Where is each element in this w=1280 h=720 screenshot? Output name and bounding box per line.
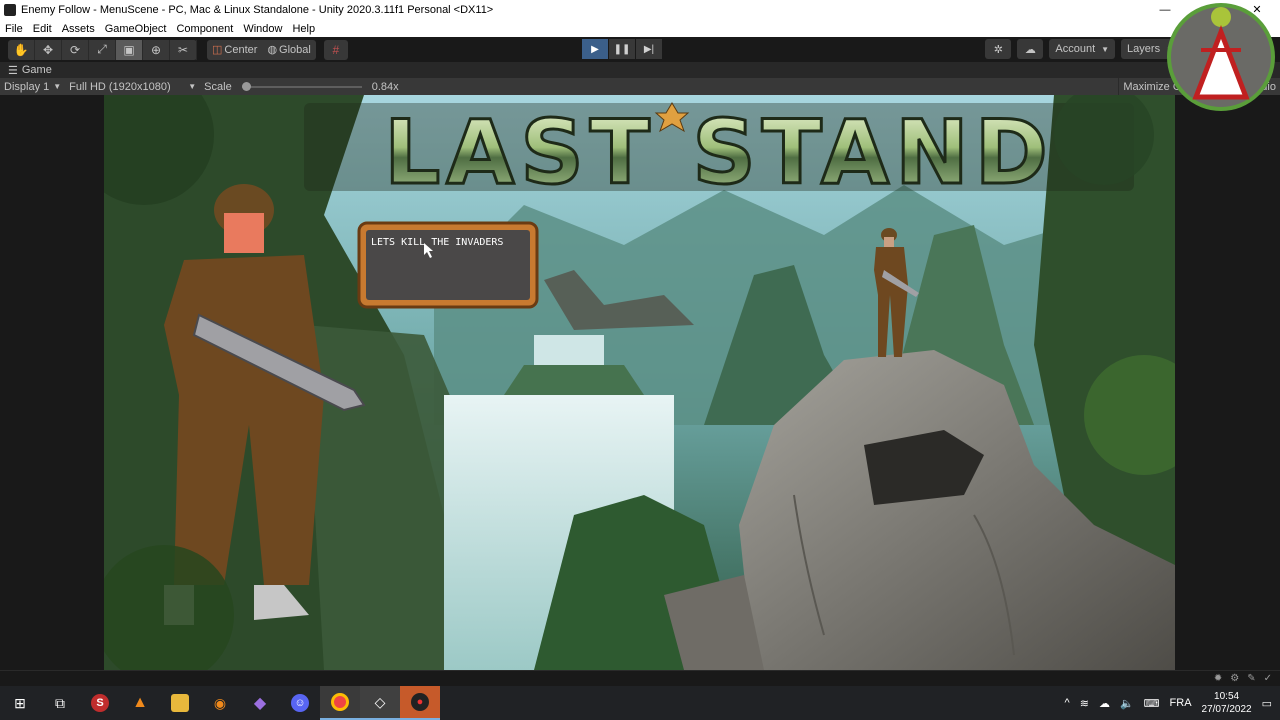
step-button[interactable]: ▶| xyxy=(636,39,662,59)
tab-row: ☰ Game xyxy=(0,62,1280,78)
soldier-face xyxy=(884,237,894,247)
game-view-toolbar: Display 1 ▼ Full HD (1920x1080) ▼ Scale 0.… xyxy=(0,78,1280,95)
file-explorer-icon[interactable] xyxy=(160,686,200,720)
menu-component[interactable]: Component xyxy=(171,23,238,35)
blender-icon[interactable]: ◉ xyxy=(200,686,240,720)
status-bar: ✹ ⚙ ✎ ✓ xyxy=(0,670,1280,686)
taskbar: ⊞ ⧉ S ▲ ◉ ◆ ☺ ◇ ● ^ ≋ ☁ 🔈 ⌨ FRA 10:54 27… xyxy=(0,686,1280,720)
cloud-icon[interactable]: ☁ xyxy=(1099,697,1110,710)
display-dropdown[interactable]: Display 1 ▼ xyxy=(0,81,65,93)
dialog-text: LETS KILL THE INVADERS xyxy=(371,237,503,248)
tab-game-label: Game xyxy=(21,64,52,76)
menu-window[interactable]: Window xyxy=(238,23,287,35)
pivot-label: Center xyxy=(224,43,258,56)
chevron-down-icon: ▼ xyxy=(188,82,197,91)
space-label: Global xyxy=(279,43,311,56)
waterfall-ledge xyxy=(504,365,644,395)
menu-help[interactable]: Help xyxy=(287,23,320,35)
menu-assets[interactable]: Assets xyxy=(57,23,100,35)
scale-slider[interactable] xyxy=(241,81,362,91)
language-indicator[interactable]: FRA xyxy=(1170,697,1192,709)
clock-time: 10:54 xyxy=(1214,691,1240,702)
scale-tool-icon[interactable]: ⤢ xyxy=(89,39,116,60)
custom-tool-icon[interactable]: ✂ xyxy=(170,39,197,60)
tab-game[interactable]: ☰ Game xyxy=(0,62,60,78)
transform-tool-icon[interactable]: ⊕ xyxy=(143,39,170,60)
upper-waterfall xyxy=(534,335,604,365)
window-titlebar: Enemy Follow - MenuScene - PC, Mac & Lin… xyxy=(0,0,1280,20)
logo-text: LAST STAND xyxy=(384,101,1054,204)
transform-tools: ✋ ✥ ⟳ ⤢ ▣ ⊕ ✂ xyxy=(8,39,197,60)
channel-avatar xyxy=(1167,3,1275,111)
move-tool-icon[interactable]: ✥ xyxy=(35,39,62,60)
settings-icon[interactable]: ✎ xyxy=(1247,673,1255,684)
scale-value: 0.84x xyxy=(371,80,399,93)
hand-tool-icon[interactable]: ✋ xyxy=(8,39,35,60)
menu-edit[interactable]: Edit xyxy=(28,23,57,35)
menu-file[interactable]: File xyxy=(0,23,28,35)
right-toolbar: ✲ ☁ Account ▼ Layers ▼ xyxy=(985,39,1180,59)
resolution-dropdown[interactable]: Full HD (1920x1080) ▼ xyxy=(65,81,200,93)
game-scene: LAST STAND LETS KILL THE INVADERS xyxy=(104,95,1175,670)
windows-start-icon[interactable]: ⊞ xyxy=(0,686,40,720)
soldier-face xyxy=(224,213,264,253)
dialog-box[interactable]: LETS KILL THE INVADERS xyxy=(357,221,539,309)
chevron-down-icon: ▼ xyxy=(53,82,62,91)
chevron-down-icon: ▼ xyxy=(1101,44,1110,54)
grid-snap-icon[interactable]: # xyxy=(323,39,348,60)
main-toolbar: ✋ ✥ ⟳ ⤢ ▣ ⊕ ✂ ◫ Center ◍ Global # ▶ ❚❚ ▶| … xyxy=(0,37,1280,62)
window-title: Enemy Follow - MenuScene - PC, Mac & Lin… xyxy=(21,4,494,16)
rotate-tool-icon[interactable]: ⟳ xyxy=(62,39,89,60)
vlc-icon[interactable]: ▲ xyxy=(120,686,160,720)
notification-icon[interactable]: ▭ xyxy=(1262,697,1272,710)
unity-app-icon xyxy=(4,4,16,16)
game-viewport: LAST STAND LETS KILL THE INVADERS xyxy=(0,95,1280,670)
account-label: Account xyxy=(1055,43,1096,55)
account-dropdown[interactable]: Account ▼ xyxy=(1049,39,1116,59)
resolution-label: Full HD (1920x1080) xyxy=(69,80,171,93)
play-button[interactable]: ▶ xyxy=(582,39,608,59)
menu-bar: File Edit Assets GameObject Component Wi… xyxy=(0,20,1280,37)
clock-date: 27/07/2022 xyxy=(1201,704,1252,715)
scale-control: Scale 0.84x xyxy=(200,81,402,93)
network-icon[interactable]: ⚙ xyxy=(1230,673,1239,684)
collab-icon[interactable]: ✲ xyxy=(985,39,1012,59)
discord-icon[interactable]: ☺ xyxy=(280,686,320,720)
system-tray: ^ ≋ ☁ 🔈 ⌨ FRA 10:54 27/07/2022 ▭ xyxy=(1065,686,1280,720)
game-canvas[interactable]: LAST STAND LETS KILL THE INVADERS xyxy=(104,95,1175,670)
pivot-toggles: ◫ Center ◍ Global xyxy=(207,39,316,60)
rect-tool-icon[interactable]: ▣ xyxy=(116,39,143,60)
chevron-up-icon[interactable]: ^ xyxy=(1065,697,1070,709)
scale-label: Scale xyxy=(204,80,232,93)
task-view-icon[interactable]: ⧉ xyxy=(40,686,80,720)
avatar-head xyxy=(1211,7,1231,27)
pivot-icon: ◫ xyxy=(212,44,223,56)
chrome-icon[interactable] xyxy=(320,686,360,720)
volume-icon[interactable]: 🔈 xyxy=(1120,697,1134,710)
keyboard-icon[interactable]: ⌨ xyxy=(1144,697,1160,710)
visual-studio-icon[interactable]: ◆ xyxy=(240,686,280,720)
pause-button[interactable]: ❚❚ xyxy=(609,39,635,59)
check-icon[interactable]: ✓ xyxy=(1264,673,1272,684)
game-logo: LAST STAND xyxy=(304,100,1134,206)
clock[interactable]: 10:54 27/07/2022 xyxy=(1202,690,1252,716)
menu-gameobject[interactable]: GameObject xyxy=(100,23,172,35)
cloud-icon[interactable]: ☁ xyxy=(1017,39,1044,59)
game-tab-icon: ☰ xyxy=(8,64,18,77)
status-icons: ✹ ⚙ ✎ ✓ xyxy=(1214,673,1272,684)
display-label: Display 1 xyxy=(4,80,50,93)
unity-taskbar-icon[interactable]: ◇ xyxy=(360,686,400,720)
bug-icon[interactable]: ✹ xyxy=(1214,673,1222,684)
layers-label: Layers xyxy=(1127,43,1161,55)
app-s-icon[interactable]: S xyxy=(80,686,120,720)
wifi-icon[interactable]: ≋ xyxy=(1080,697,1089,710)
pivot-global-button[interactable]: ◍ Global xyxy=(262,43,315,57)
obs-icon[interactable]: ● xyxy=(400,686,440,720)
globe-icon: ◍ xyxy=(267,44,278,56)
scale-slider-thumb[interactable] xyxy=(241,81,251,91)
pivot-center-button[interactable]: ◫ Center xyxy=(207,43,262,57)
play-controls: ▶ ❚❚ ▶| xyxy=(582,39,662,59)
